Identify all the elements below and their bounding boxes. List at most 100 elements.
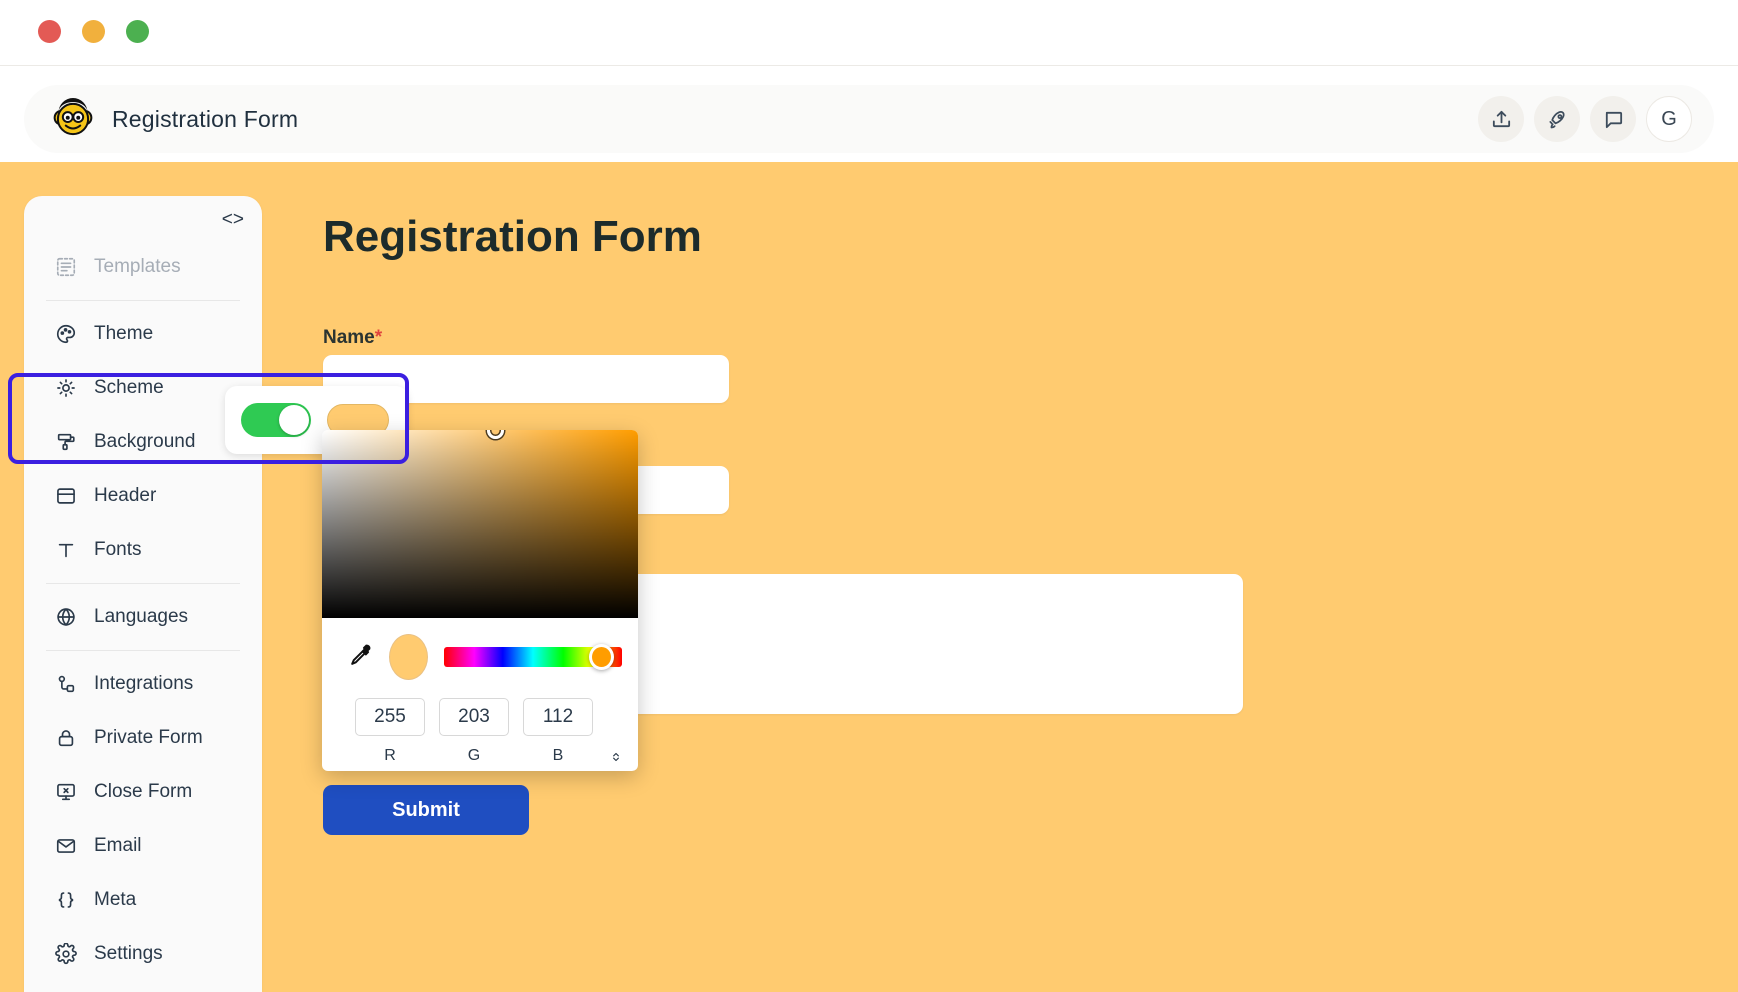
header-icon: [56, 488, 75, 504]
app-window: Registration Form G Registration Form Na…: [0, 0, 1738, 992]
chat-icon: [1605, 111, 1622, 128]
minimize-window-button[interactable]: [82, 20, 105, 43]
rgb-cell-b: 112 B: [523, 698, 593, 765]
paint-roller-icon: [54, 431, 77, 454]
sidebar-item-label: Meta: [94, 889, 137, 910]
sidebar-item-email[interactable]: Email: [24, 819, 262, 873]
gear-icon: [54, 943, 77, 965]
comments-button[interactable]: [1590, 96, 1636, 142]
sidebar-item-theme[interactable]: Theme: [24, 307, 262, 361]
submit-button[interactable]: Submit: [323, 785, 529, 835]
eyedropper-icon: [351, 644, 371, 665]
text-icon: [54, 539, 77, 562]
sidebar-divider: [46, 583, 240, 584]
code-view-icon[interactable]: <>: [222, 210, 244, 229]
hue-slider-thumb[interactable]: [589, 644, 614, 670]
close-form-icon: [54, 781, 77, 804]
sv-selector-handle[interactable]: [487, 430, 504, 439]
rgb-label-b: B: [552, 747, 564, 764]
rgb-inputs: 255 R 203 G 112 B: [322, 680, 638, 766]
maximize-window-button[interactable]: [126, 20, 149, 43]
integrations-icon: [54, 673, 77, 696]
sidebar-menu: Templates Theme Scheme Background Header Font…: [24, 196, 262, 981]
sidebar-item-languages[interactable]: Languages: [24, 590, 262, 644]
integrations-icon: [58, 675, 74, 693]
sidebar-item-label: Theme: [94, 323, 154, 344]
sidebar-divider: [46, 300, 240, 301]
gear-icon: [54, 943, 77, 966]
rgb-label-g: G: [467, 747, 481, 764]
rgb-label-r: R: [384, 747, 396, 764]
sidebar-item-label: Templates: [94, 256, 181, 277]
hue-slider[interactable]: [444, 644, 622, 670]
chevron-updown-icon: [613, 752, 619, 762]
upload-button[interactable]: [1478, 96, 1524, 142]
upload-icon: [1492, 110, 1510, 127]
envelope-icon: [54, 835, 77, 858]
paint-roller-icon: [57, 433, 75, 451]
window-titlebar: [0, 0, 1738, 66]
sidebar-divider: [46, 650, 240, 651]
app-header-bar: Registration Form G: [24, 85, 1714, 153]
sidebar-item-label: Integrations: [94, 673, 194, 694]
sidebar-item-meta[interactable]: Meta: [24, 873, 262, 927]
header-icon: [54, 485, 77, 508]
sidebar-item-label: Scheme: [94, 377, 164, 398]
palette-icon: [56, 324, 75, 344]
sidebar-item-private-form[interactable]: Private Form: [24, 711, 262, 765]
sidebar-item-integrations[interactable]: Integrations: [24, 657, 262, 711]
page-title: Registration Form: [323, 212, 702, 261]
globe-icon: [56, 608, 75, 626]
sidebar-item-label: Settings: [94, 943, 163, 964]
rgb-format-stepper[interactable]: [607, 698, 625, 766]
rgb-input-g[interactable]: 203: [439, 698, 509, 736]
toggle-knob: [279, 405, 309, 435]
lock-icon: [58, 730, 73, 747]
rocket-icon: [1548, 110, 1565, 128]
rgb-cell-g: 203 G: [439, 698, 509, 765]
saturation-value-area[interactable]: [322, 430, 638, 618]
sidebar-item-fonts[interactable]: Fonts: [24, 523, 262, 577]
lock-icon: [54, 727, 77, 750]
sidebar-item-label: Private Form: [94, 727, 203, 748]
app-title: Registration Form: [112, 105, 299, 132]
palette-icon: [54, 323, 77, 346]
rgb-cell-r: 255 R: [355, 698, 425, 765]
sidebar-item-label: Close Form: [94, 781, 193, 802]
close-form-icon: [56, 783, 75, 801]
braces-icon: [58, 892, 73, 908]
required-marker: *: [374, 327, 383, 348]
sun-icon: [56, 379, 75, 397]
sidebar-item-label: Email: [94, 835, 142, 856]
monkey-logo: [53, 98, 93, 136]
sidebar-item-label: Fonts: [94, 539, 142, 560]
rgb-input-r[interactable]: 255: [355, 698, 425, 736]
braces-icon: [54, 889, 77, 912]
sidebar-item-label: Languages: [94, 606, 189, 627]
close-window-button[interactable]: [38, 20, 61, 43]
brand: Registration Form: [24, 98, 298, 140]
sidebar-item-templates[interactable]: Templates: [24, 240, 262, 294]
text-icon: [58, 543, 73, 558]
traffic-lights: [38, 20, 149, 43]
globe-icon: [54, 606, 77, 629]
sidebar-item-header[interactable]: Header: [24, 469, 262, 523]
rgb-input-b[interactable]: 112: [523, 698, 593, 736]
avatar[interactable]: G: [1646, 96, 1692, 142]
templates-icon: [54, 256, 77, 279]
sidebar-item-settings[interactable]: Settings: [24, 927, 262, 981]
background-toggle[interactable]: [241, 403, 311, 437]
sidebar-item-label: Background: [94, 431, 196, 452]
templates-icon: [56, 257, 75, 277]
eyedropper-button[interactable]: [348, 642, 373, 672]
publish-button[interactable]: [1534, 96, 1580, 142]
sun-icon: [54, 377, 77, 400]
editor-sidebar: <> Templates Theme Scheme Background Header F…: [24, 196, 262, 992]
color-picker-popup: 255 R 203 G 112 B: [322, 430, 638, 771]
envelope-icon: [56, 839, 75, 853]
sidebar-item-close-form[interactable]: Close Form: [24, 765, 262, 819]
color-preview-swatch: [389, 634, 428, 680]
name-label-text: Name: [323, 327, 375, 348]
color-picker-toolbar: [322, 618, 638, 680]
name-field-label: Name*: [323, 327, 382, 349]
